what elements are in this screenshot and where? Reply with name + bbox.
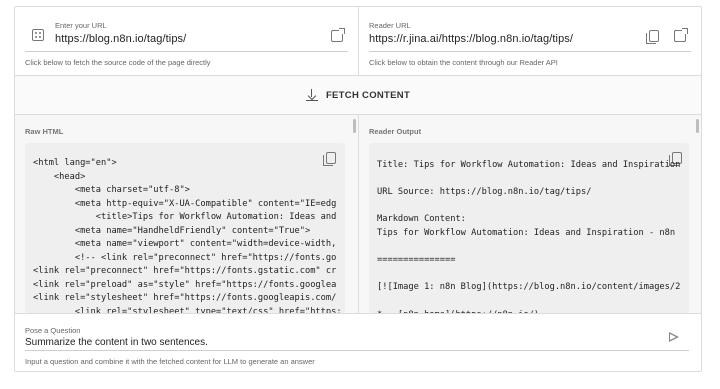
reader-output-line <box>377 295 680 309</box>
question-input[interactable]: Summarize the content in two sentences. <box>25 337 208 348</box>
reader-output-line: =============== <box>377 255 456 266</box>
raw-html-line: <meta http-equiv="X-UA-Compatible" conte… <box>33 198 337 209</box>
send-icon[interactable] <box>669 332 679 342</box>
reader-output-line: [![Image 1: n8n Blog](https://blog.n8n.i… <box>377 282 681 293</box>
reader-url-value[interactable]: https://r.jina.ai/https://blog.n8n.io/ta… <box>369 33 573 45</box>
raw-html-line: <!-- <link rel="preconnect" href="https:… <box>33 252 337 263</box>
raw-html-code-box[interactable]: <html lang="en"> <head> <meta charset="u… <box>25 143 345 313</box>
reader-output-text: Title: Tips for Workflow Automation: Ide… <box>377 159 680 313</box>
raw-html-title: Raw HTML <box>25 127 64 136</box>
reader-output-line: Tips for Workflow Automation: Ideas and … <box>377 227 676 238</box>
reader-url-label: Reader URL <box>369 21 411 30</box>
reader-output-line: Markdown Content: <box>377 214 466 225</box>
reader-output-line <box>377 241 680 255</box>
reader-output-line <box>377 200 680 214</box>
reader-output-line: Title: Tips for Workflow Automation: Ide… <box>377 160 681 170</box>
reader-url-panel: Reader URL https://r.jina.ai/https://blo… <box>358 7 701 75</box>
reader-output-line <box>377 268 680 282</box>
raw-html-line: <title>Tips for Workflow Automation: Ide… <box>33 212 337 222</box>
raw-html-scrollbar[interactable] <box>353 119 356 133</box>
source-url-panel: Enter your URL https://blog.n8n.io/tag/t… <box>15 7 358 75</box>
fetch-content-label: FETCH CONTENT <box>325 89 411 101</box>
question-hint: Input a question and combine it with the… <box>25 357 315 366</box>
reader-output-line <box>377 173 680 187</box>
fetch-content-button[interactable]: FETCH CONTENT <box>15 75 701 115</box>
url-row: Enter your URL https://blog.n8n.io/tag/t… <box>15 7 701 75</box>
external-link-icon[interactable] <box>331 28 345 42</box>
reader-output-pane: Reader Output Title: Tips for Workflow A… <box>358 115 701 313</box>
raw-html-line: <link rel="preload" as="style" href="htt… <box>33 279 337 290</box>
source-url-label: Enter your URL <box>55 21 107 30</box>
external-link-icon[interactable] <box>674 28 688 42</box>
raw-html-line: <meta name="viewport" content="width=dev… <box>33 239 337 249</box>
reader-output-scrollbar[interactable] <box>696 119 699 133</box>
raw-html-line: <head> <box>33 171 86 182</box>
reader-output-box[interactable]: Title: Tips for Workflow Automation: Ide… <box>369 143 689 313</box>
raw-html-line: <meta charset="utf-8"> <box>33 185 190 195</box>
raw-html-line: <meta name="HandheldFriendly" content="T… <box>33 225 311 236</box>
download-icon <box>305 89 318 101</box>
reader-output-title: Reader Output <box>369 127 422 136</box>
reader-url-field[interactable]: Reader URL https://r.jina.ai/https://blo… <box>369 15 691 52</box>
raw-html-line: <link rel="preconnect" href="https://fon… <box>33 266 337 276</box>
source-url-field[interactable]: Enter your URL https://blog.n8n.io/tag/t… <box>25 15 348 52</box>
question-field[interactable]: Pose a Question Summarize the content in… <box>25 320 689 351</box>
source-url-value[interactable]: https://blog.n8n.io/tag/tips/ <box>55 33 186 45</box>
dice-icon[interactable] <box>32 29 44 41</box>
raw-html-code: <html lang="en"> <head> <meta charset="u… <box>33 157 342 313</box>
reader-app: Enter your URL https://blog.n8n.io/tag/t… <box>14 6 702 372</box>
raw-html-line: <html lang="en"> <box>33 158 117 168</box>
reader-output-line: URL Source: https://blog.n8n.io/tag/tips… <box>377 187 592 198</box>
raw-html-line: <link rel="stylesheet" href="https://fon… <box>33 293 337 303</box>
content-panes: Raw HTML <html lang="en"> <head> <meta c… <box>15 115 701 313</box>
copy-icon[interactable] <box>646 30 659 44</box>
raw-html-pane: Raw HTML <html lang="en"> <head> <meta c… <box>15 115 358 313</box>
source-url-hint: Click below to fetch the source code of … <box>25 58 211 67</box>
reader-url-hint: Click below to obtain the content throug… <box>369 58 558 67</box>
raw-html-line: <link rel="stylesheet" type="text/css" h… <box>33 306 342 314</box>
question-panel: Pose a Question Summarize the content in… <box>15 313 701 371</box>
question-label: Pose a Question <box>25 326 81 335</box>
